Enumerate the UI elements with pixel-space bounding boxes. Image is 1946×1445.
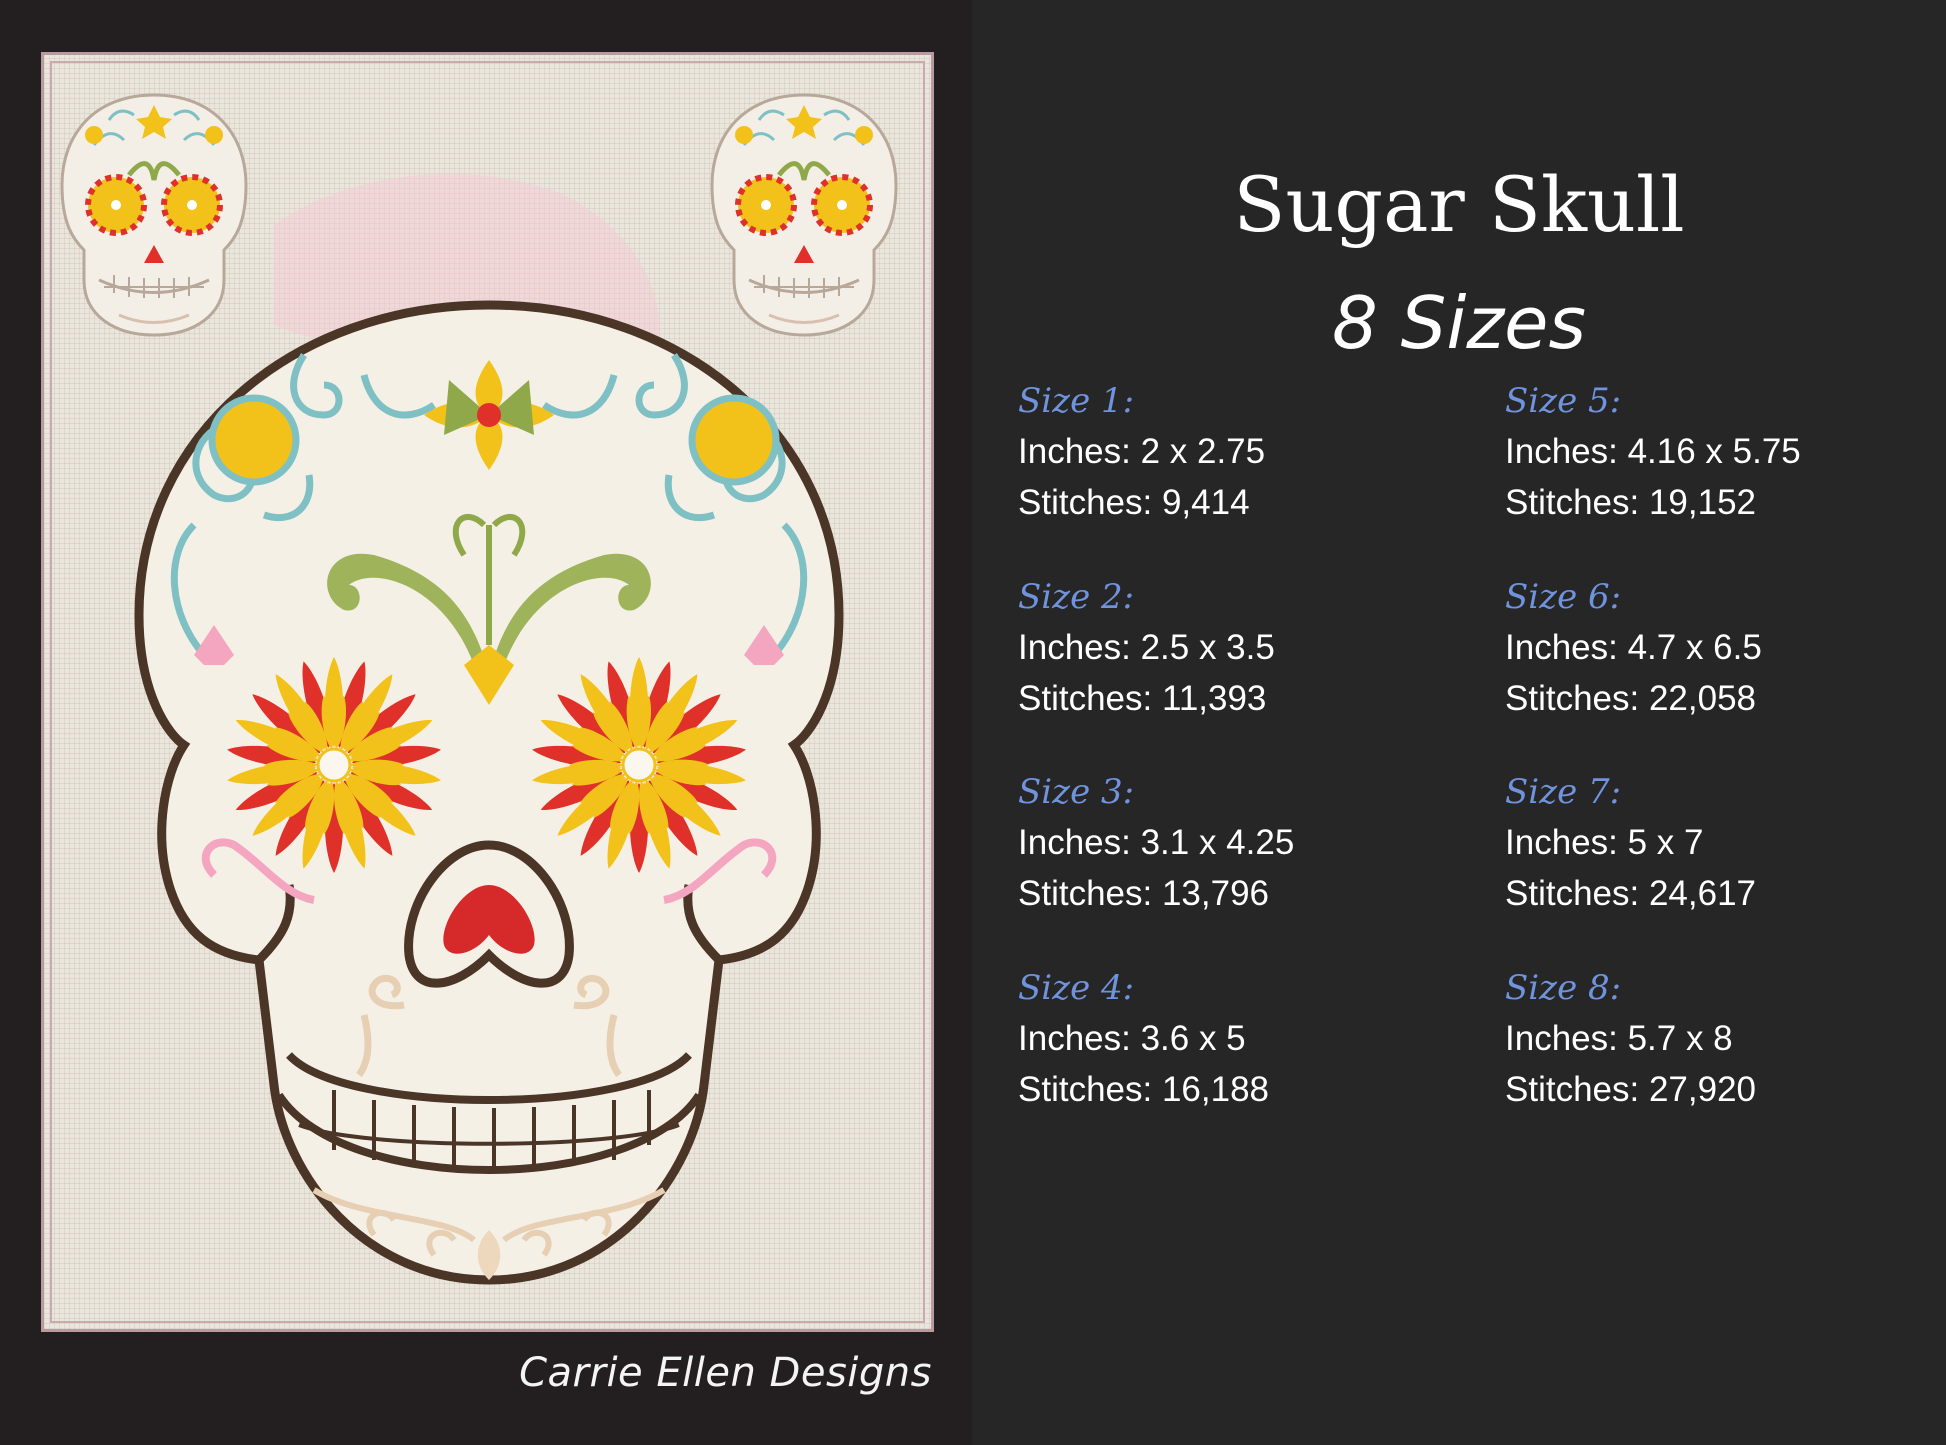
size-stitches: Stitches: 11,393 bbox=[1018, 679, 1267, 718]
size-item: Size 2: Inches: 2.5 x 3.5 Stitches: 11,3… bbox=[1018, 572, 1458, 724]
info-panel: Sugar Skull 8 Sizes Size 1: Inches: 2 x … bbox=[972, 0, 1946, 1445]
size-label: Size 5: bbox=[1505, 381, 1622, 421]
page-title: Sugar Skull bbox=[1233, 160, 1685, 249]
size-item: Size 8: Inches: 5.7 x 8 Stitches: 27,920 bbox=[1505, 963, 1945, 1115]
size-item: Size 6: Inches: 4.7 x 6.5 Stitches: 22,0… bbox=[1505, 572, 1945, 724]
size-inches: Inches: 3.6 x 5 bbox=[1018, 1019, 1246, 1058]
size-inches: Inches: 2.5 x 3.5 bbox=[1018, 628, 1275, 667]
size-label: Size 7: bbox=[1505, 772, 1622, 812]
size-label: Size 6: bbox=[1505, 577, 1622, 617]
size-inches: Inches: 4.7 x 6.5 bbox=[1505, 628, 1762, 667]
size-item: Size 7: Inches: 5 x 7 Stitches: 24,617 bbox=[1505, 767, 1945, 919]
size-item: Size 1: Inches: 2 x 2.75 Stitches: 9,414 bbox=[1018, 376, 1458, 528]
size-label: Size 1: bbox=[1018, 381, 1135, 421]
size-label: Size 3: bbox=[1018, 772, 1135, 812]
size-item: Size 4: Inches: 3.6 x 5 Stitches: 16,188 bbox=[1018, 963, 1458, 1115]
size-stitches: Stitches: 27,920 bbox=[1505, 1070, 1756, 1109]
page-subtitle: 8 Sizes bbox=[1331, 281, 1586, 365]
size-inches: Inches: 3.1 x 4.25 bbox=[1018, 823, 1295, 862]
size-stitches: Stitches: 16,188 bbox=[1018, 1070, 1269, 1109]
size-item: Size 5: Inches: 4.16 x 5.75 Stitches: 19… bbox=[1505, 376, 1945, 528]
size-inches: Inches: 5 x 7 bbox=[1505, 823, 1704, 862]
artwork-panel: Carrie Ellen Designs bbox=[0, 0, 972, 1445]
size-stitches: Stitches: 24,617 bbox=[1505, 874, 1756, 913]
mini-skull-right-icon bbox=[712, 95, 896, 335]
mini-skull-left-icon bbox=[62, 95, 246, 335]
size-stitches: Stitches: 19,152 bbox=[1505, 483, 1756, 522]
size-inches: Inches: 5.7 x 8 bbox=[1505, 1019, 1733, 1058]
size-stitches: Stitches: 22,058 bbox=[1505, 679, 1756, 718]
size-item: Size 3: Inches: 3.1 x 4.25 Stitches: 13,… bbox=[1018, 767, 1458, 919]
brand-signature: Carrie Ellen Designs bbox=[519, 1350, 932, 1396]
size-inches: Inches: 2 x 2.75 bbox=[1018, 432, 1266, 471]
size-stitches: Stitches: 13,796 bbox=[1018, 874, 1269, 913]
sugar-skull-illustration bbox=[44, 55, 937, 1285]
size-stitches: Stitches: 9,414 bbox=[1018, 483, 1250, 522]
size-label: Size 4: bbox=[1018, 968, 1135, 1008]
size-label: Size 2: bbox=[1018, 577, 1135, 617]
size-inches: Inches: 4.16 x 5.75 bbox=[1505, 432, 1801, 471]
embroidery-preview bbox=[41, 52, 934, 1332]
flower-center bbox=[316, 747, 352, 783]
flower-center bbox=[621, 747, 657, 783]
size-label: Size 8: bbox=[1505, 968, 1622, 1008]
